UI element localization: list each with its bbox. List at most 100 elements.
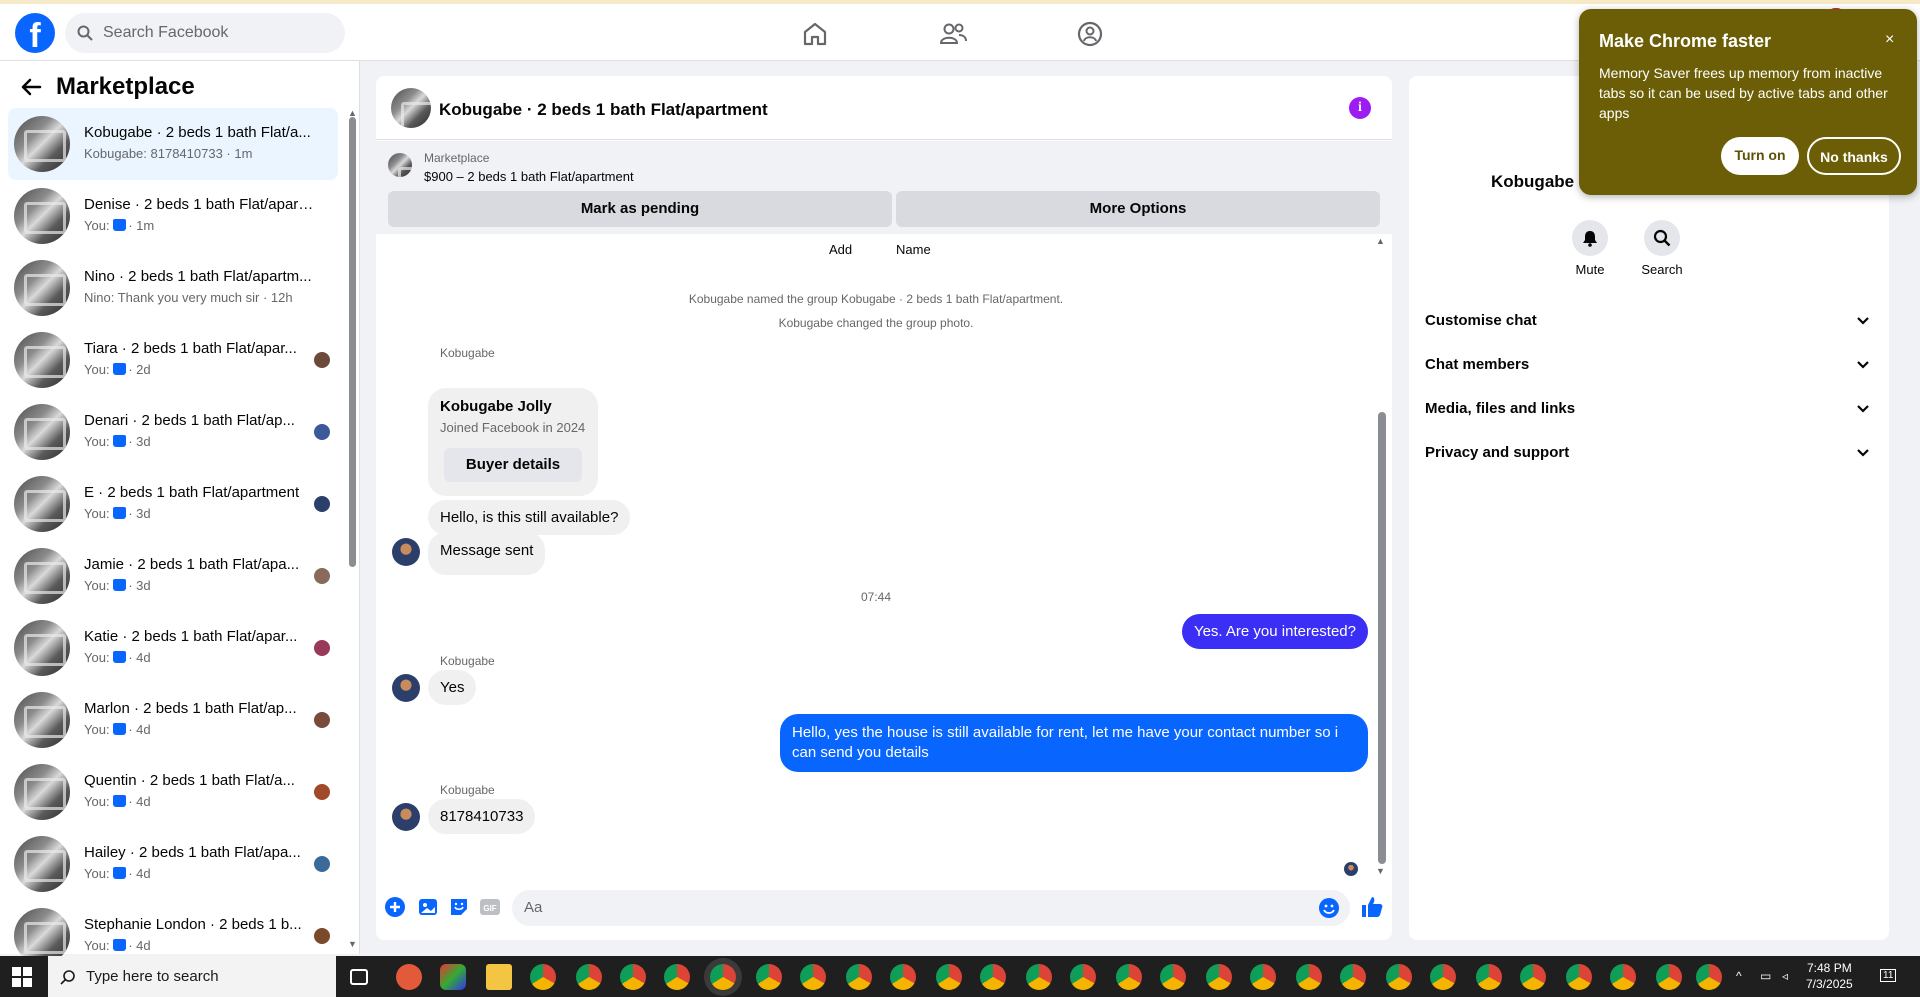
friends-icon[interactable] (938, 19, 968, 49)
search-chat-button[interactable]: Search (1632, 220, 1692, 277)
chrome-icon[interactable] (1070, 964, 1096, 990)
chrome-icon[interactable] (1296, 964, 1322, 990)
incoming-message[interactable]: Message sent (428, 532, 546, 575)
taskbar-clock[interactable]: 7:48 PM 7/3/2025 (1806, 960, 1853, 992)
chrome-icon[interactable] (1250, 964, 1276, 990)
chrome-icon[interactable] (1026, 964, 1052, 990)
conversation-item[interactable]: Denise · 2 beds 1 bath Flat/apart... You… (8, 180, 338, 252)
preview-time: · 3d (128, 434, 151, 449)
scroll-down-arrow-icon[interactable]: ▼ (348, 939, 357, 949)
notification-center-icon[interactable]: 11 (1880, 969, 1897, 982)
conversation-item[interactable]: Jamie · 2 beds 1 bath Flat/apa... You: ·… (8, 540, 338, 612)
home-icon[interactable] (800, 19, 830, 49)
chrome-icon[interactable] (530, 964, 556, 990)
conversation-item[interactable]: Kobugabe · 2 beds 1 bath Flat/a... Kobug… (8, 108, 338, 180)
conversation-item[interactable]: Hailey · 2 beds 1 bath Flat/apa... You: … (8, 828, 338, 900)
chrome-icon[interactable] (1656, 964, 1682, 990)
conversation-item[interactable]: Quentin · 2 beds 1 bath Flat/a... You: ·… (8, 756, 338, 828)
conversation-list: Kobugabe · 2 beds 1 bath Flat/a... Kobug… (8, 108, 338, 972)
privacy-support-row[interactable]: Privacy and support (1425, 430, 1871, 474)
conversation-item[interactable]: Denari · 2 beds 1 bath Flat/ap... You: ·… (8, 396, 338, 468)
buyer-details-button[interactable]: Buyer details (444, 448, 582, 482)
sender-avatar[interactable] (392, 674, 420, 702)
chrome-icon[interactable] (1116, 964, 1142, 990)
chrome-icon[interactable] (576, 964, 602, 990)
info-icon[interactable]: i (1349, 97, 1371, 119)
sender-avatar[interactable] (392, 803, 420, 831)
buyer-name: Kobugabe Jolly (440, 398, 552, 415)
no-thanks-button[interactable]: No thanks (1807, 137, 1901, 175)
chrome-icon[interactable] (664, 964, 690, 990)
chrome-icon[interactable] (1696, 964, 1722, 990)
copilot-icon[interactable] (440, 964, 466, 990)
message-placeholder: Aa (524, 899, 543, 916)
chrome-icon-active[interactable] (710, 964, 736, 990)
chrome-icon[interactable] (1160, 964, 1186, 990)
scroll-up-arrow-icon[interactable]: ▲ (1376, 236, 1385, 246)
group-avatar[interactable] (391, 88, 431, 128)
chrome-icon[interactable] (756, 964, 782, 990)
network-icon[interactable]: ▭ (1760, 969, 1771, 983)
emoji-icon[interactable] (1318, 897, 1340, 919)
conversation-item[interactable]: Nino · 2 beds 1 bath Flat/apartm... Nino… (8, 252, 338, 324)
plus-icon[interactable] (384, 896, 406, 918)
back-arrow-icon[interactable] (20, 76, 42, 98)
incoming-message[interactable]: 8178410733 (428, 799, 536, 834)
chrome-icon[interactable] (1566, 964, 1592, 990)
speaker-icon[interactable]: ◃ (1782, 969, 1788, 983)
conversation-item[interactable]: Katie · 2 beds 1 bath Flat/apar... You: … (8, 612, 338, 684)
search-input[interactable]: Search Facebook (65, 13, 345, 53)
chat-scrollbar[interactable] (1378, 412, 1386, 864)
chrome-icon[interactable] (846, 964, 872, 990)
chrome-icon[interactable] (890, 964, 916, 990)
incoming-message[interactable]: Yes (428, 670, 477, 705)
sender-avatar[interactable] (392, 538, 420, 566)
thumbs-up-icon[interactable] (1359, 894, 1385, 920)
add-label[interactable]: Add (829, 242, 852, 257)
more-options-button[interactable]: More Options (896, 191, 1380, 227)
conversation-item[interactable]: E · 2 beds 1 bath Flat/apartment You: · … (8, 468, 338, 540)
media-files-links-row[interactable]: Media, files and links (1425, 386, 1871, 430)
chrome-icon[interactable] (800, 964, 826, 990)
chrome-icon[interactable] (620, 964, 646, 990)
chrome-icon[interactable] (1610, 964, 1636, 990)
close-icon[interactable]: × (1885, 31, 1894, 49)
sidebar-scrollbar[interactable] (349, 117, 356, 567)
windows-start-icon[interactable] (12, 967, 32, 987)
gif-icon[interactable]: GIF (479, 896, 501, 918)
scroll-down-arrow-icon[interactable]: ▼ (1376, 866, 1385, 876)
chrome-icon[interactable] (1206, 964, 1232, 990)
listing-title[interactable]: $900 – 2 beds 1 bath Flat/apartment (424, 169, 634, 184)
mark-as-pending-button[interactable]: Mark as pending (388, 191, 892, 227)
task-view-icon[interactable] (350, 969, 368, 985)
chat-title[interactable]: Kobugabe · 2 beds 1 bath Flat/apartment (439, 100, 768, 120)
app-icon[interactable] (396, 964, 422, 990)
chrome-icon[interactable] (980, 964, 1006, 990)
conversation-item[interactable]: Tiara · 2 beds 1 bath Flat/apar... You: … (8, 324, 338, 396)
chrome-icon[interactable] (1340, 964, 1366, 990)
chrome-icon[interactable] (1430, 964, 1456, 990)
taskbar-search-input[interactable]: Type here to search (48, 956, 336, 997)
name-label[interactable]: Name (896, 242, 931, 257)
incoming-message[interactable]: Hello, is this still available? (428, 500, 631, 535)
tray-chevron-up-icon[interactable]: ^ (1736, 969, 1742, 983)
customise-chat-row[interactable]: Customise chat (1425, 298, 1871, 342)
outgoing-message[interactable]: Yes. Are you interested? (1181, 614, 1368, 649)
chrome-icon[interactable] (1386, 964, 1412, 990)
chrome-icon[interactable] (1520, 964, 1546, 990)
chrome-icon[interactable] (936, 964, 962, 990)
groups-icon[interactable] (1075, 19, 1105, 49)
mute-button[interactable]: Mute (1560, 220, 1620, 277)
search-icon (60, 969, 75, 985)
file-explorer-icon[interactable] (486, 964, 512, 990)
message-input[interactable]: Aa (512, 890, 1350, 926)
chat-members-row[interactable]: Chat members (1425, 342, 1871, 386)
turn-on-button[interactable]: Turn on (1721, 137, 1799, 175)
chrome-icon[interactable] (1476, 964, 1502, 990)
sticker-icon[interactable] (448, 896, 470, 918)
photo-icon[interactable] (417, 896, 439, 918)
facebook-logo-icon[interactable]: f (15, 13, 55, 53)
outgoing-message[interactable]: Hello, yes the house is still available … (780, 714, 1368, 772)
conversation-name: E · 2 beds 1 bath Flat/apartment (84, 484, 300, 501)
conversation-item[interactable]: Marlon · 2 beds 1 bath Flat/ap... You: ·… (8, 684, 338, 756)
